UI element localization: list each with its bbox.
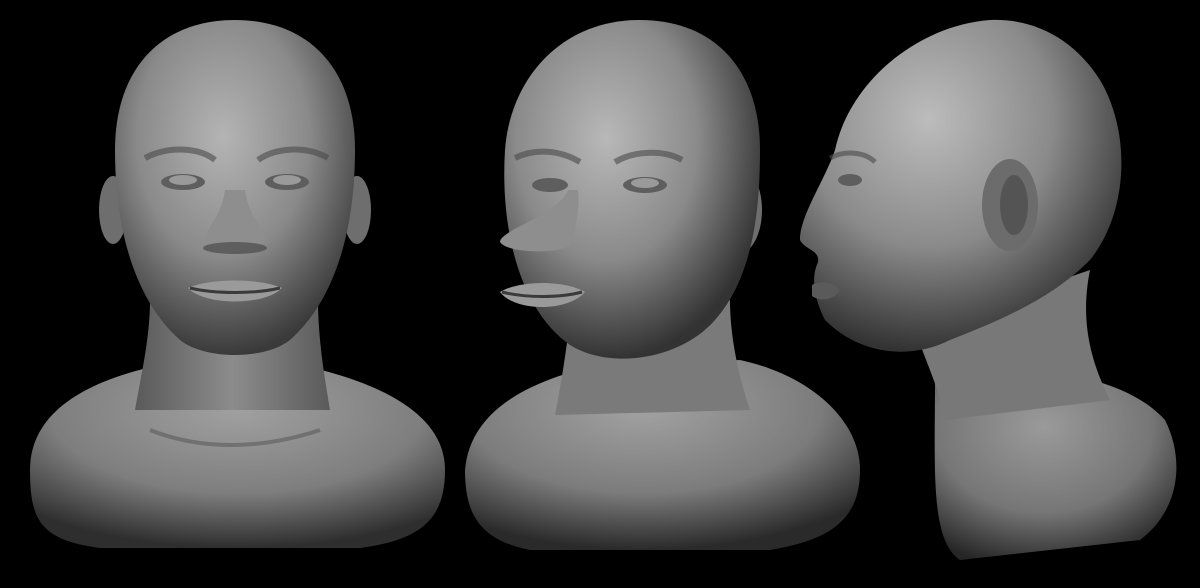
- bust-profile-render: [800, 19, 1177, 560]
- front-head: [115, 20, 355, 355]
- bust-front-view: [0, 0, 460, 588]
- bust-profile-view: [790, 0, 1190, 588]
- bust-front-render: [30, 20, 445, 548]
- render-canvas: [0, 0, 1200, 588]
